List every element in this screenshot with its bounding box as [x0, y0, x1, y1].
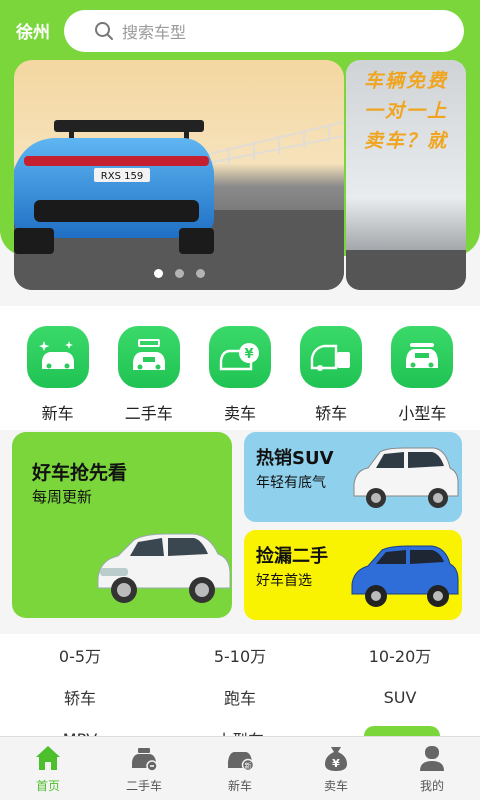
category-label: 二手车 [124, 404, 173, 423]
tab-label: 新车 [227, 779, 252, 793]
promo-title: 热销SUV [256, 448, 334, 469]
banner-car-image: RXS 159 [14, 60, 344, 290]
filter-row-price: 0-5万 5-10万 10-20万 [0, 634, 480, 676]
banner-slide-next[interactable]: 车辆免费 一对一上 卖车？就 [346, 60, 466, 290]
promo-subtitle: 每周更新 [32, 488, 93, 506]
license-plate: RXS 159 [101, 171, 143, 182]
tab-label: 卖车 [323, 779, 348, 793]
filter-chip[interactable]: 0-5万 [0, 643, 160, 667]
tab-label: 首页 [35, 779, 60, 793]
svg-text:¥: ¥ [332, 757, 340, 770]
used-car-icon [117, 326, 180, 388]
search-icon [95, 22, 113, 40]
banner-pagination [14, 269, 344, 278]
filter-row-type: 轿车 跑车 SUV [0, 676, 480, 718]
sedan-icon [300, 326, 363, 388]
bottom-tab-bar: 首页 二手车 新 新车 ¥ 卖车 我的 [0, 736, 480, 800]
promo-suv[interactable]: 热销SUV 年轻有底气 [244, 432, 462, 522]
banner2-text: 车辆免费 一对一上 卖车？就 [364, 66, 448, 156]
used-car-tab-icon [132, 748, 158, 772]
blue-car-image [351, 545, 459, 607]
search-bar[interactable]: 搜索车型 [64, 10, 464, 52]
tab-used-car[interactable]: 二手车 [96, 737, 192, 800]
promo-subtitle: 年轻有底气 [256, 475, 326, 491]
suv-car-image [353, 447, 459, 508]
promo-title: 捡漏二手 [256, 546, 328, 567]
category-new-car[interactable]: 新车 [18, 326, 98, 430]
sell-car-icon: ¥ [208, 326, 271, 388]
tab-home[interactable]: 首页 [0, 737, 96, 800]
category-label: 卖车 [223, 404, 256, 423]
promo-title: 好车抢先看 [32, 462, 128, 484]
city-selector[interactable]: 徐州 [16, 18, 50, 43]
small-car-icon [391, 326, 454, 388]
banner-slide-main[interactable]: RXS 159 [14, 60, 344, 290]
category-label: 新车 [41, 404, 74, 423]
category-label: 小型车 [398, 404, 447, 423]
pagination-dot[interactable] [174, 269, 184, 278]
category-used-car[interactable]: 二手车 [109, 326, 189, 430]
new-car-tab-icon: 新 [228, 752, 255, 772]
tab-profile[interactable]: 我的 [384, 737, 480, 800]
tab-label: 我的 [419, 779, 444, 793]
category-small-car[interactable]: 小型车 [382, 326, 462, 430]
filter-chip[interactable]: 跑车 [160, 685, 320, 709]
category-sell-car[interactable]: ¥ 卖车 [200, 326, 280, 430]
svg-text:新: 新 [245, 761, 252, 770]
category-row: 新车 二手车 ¥ 卖车 轿车 小型车 [0, 306, 480, 430]
category-sedan[interactable]: 轿车 [291, 326, 371, 430]
category-label: 轿车 [315, 404, 348, 423]
new-car-icon [26, 326, 89, 388]
white-car-image [97, 533, 231, 603]
tab-label: 二手车 [125, 779, 162, 793]
filter-chip[interactable]: 轿车 [0, 685, 160, 709]
promo-subtitle: 好车首选 [256, 573, 312, 589]
home-icon [36, 746, 60, 770]
filter-chip[interactable]: 5-10万 [160, 643, 320, 667]
money-bag-icon: ¥ [325, 747, 347, 771]
banner2-line-1: 车辆免费 [364, 70, 449, 92]
filter-chip[interactable]: 10-20万 [320, 643, 480, 667]
pagination-dot[interactable] [195, 269, 205, 278]
svg-text:¥: ¥ [244, 347, 253, 362]
tab-sell-car[interactable]: ¥ 卖车 [288, 737, 384, 800]
search-placeholder: 搜索车型 [122, 23, 187, 42]
promo-bargain[interactable]: 捡漏二手 好车首选 [244, 530, 462, 620]
filter-chip[interactable]: SUV [320, 688, 480, 707]
banner2-line-3: 卖车？就 [364, 130, 449, 152]
promo-hot-pick[interactable]: 好车抢先看 每周更新 [12, 432, 232, 618]
banner2-line-2: 一对一上 [364, 100, 449, 122]
tab-new-car[interactable]: 新 新车 [192, 737, 288, 800]
user-icon [420, 746, 444, 771]
pagination-dot[interactable] [153, 269, 163, 278]
